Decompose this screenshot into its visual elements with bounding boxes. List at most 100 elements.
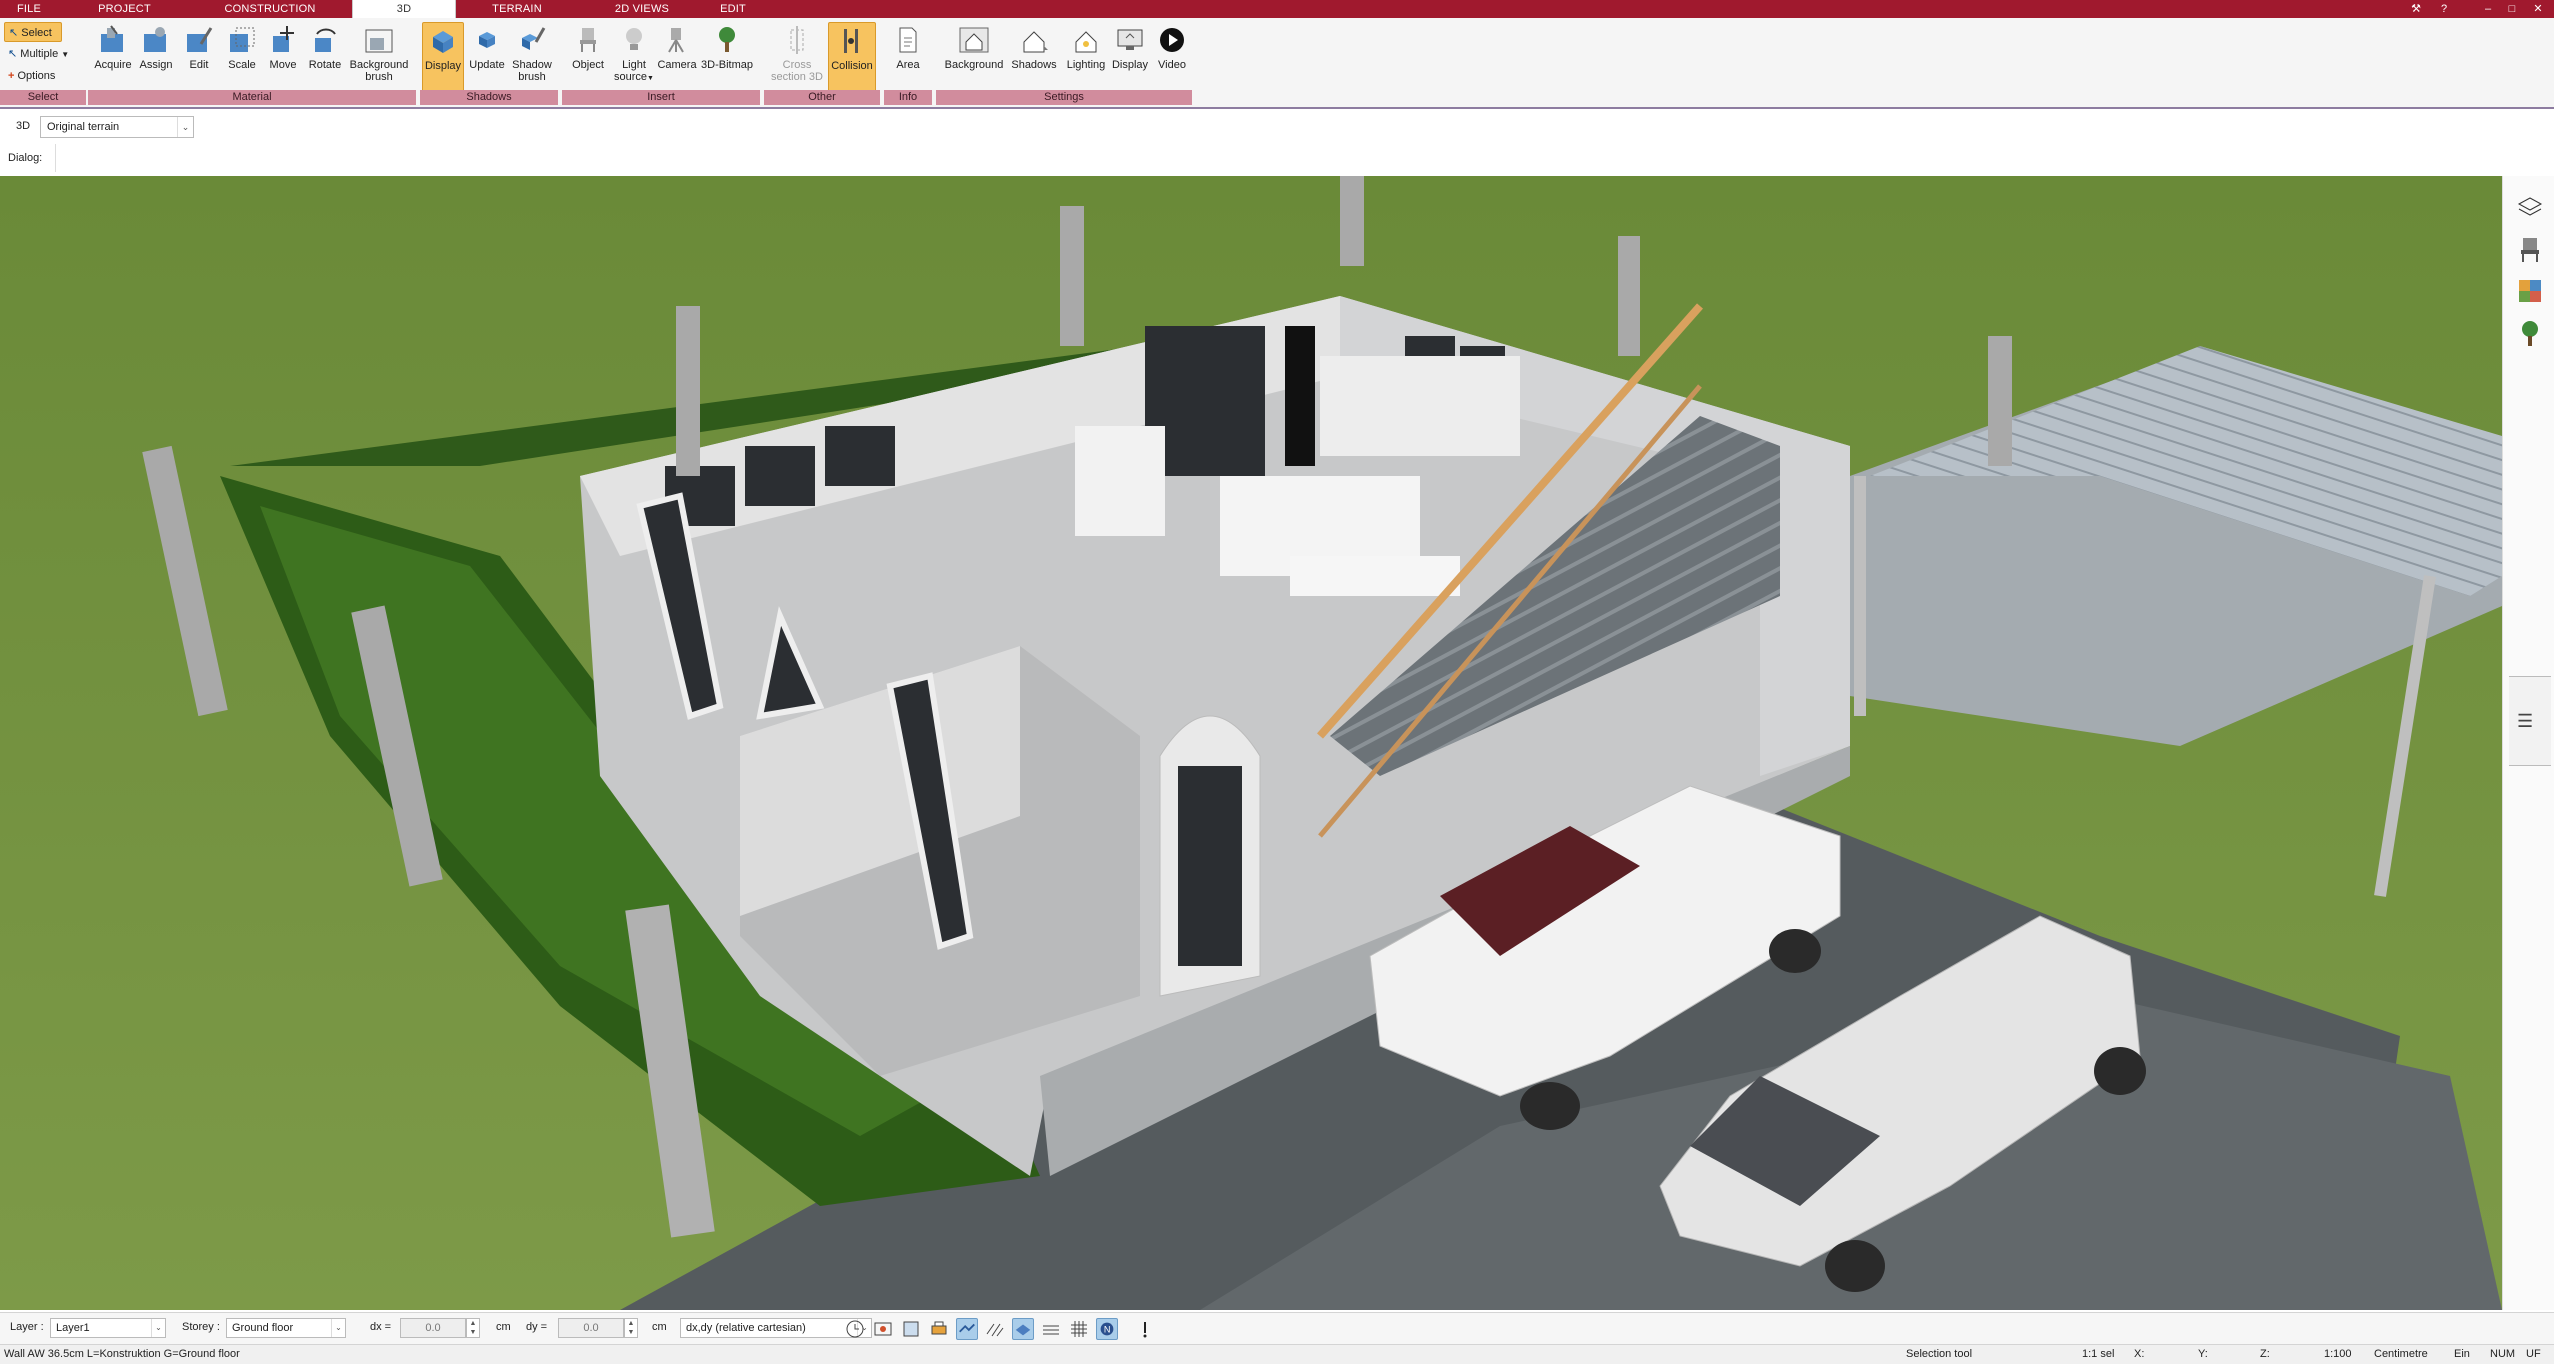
tab-project[interactable]: PROJECT: [62, 0, 187, 18]
insert-light-source-button[interactable]: Light source▼: [612, 22, 656, 92]
select-button[interactable]: ↖ Select: [4, 22, 62, 42]
multiple-icon: ↖: [8, 48, 18, 60]
kitchen-tall-unit: [1285, 326, 1315, 466]
group-info-label: Info: [884, 90, 932, 105]
status-z: Z:: [2260, 1348, 2270, 1360]
tree-icon[interactable]: [2515, 318, 2545, 348]
north-icon[interactable]: N: [1096, 1318, 1118, 1340]
options-plus-icon: +: [8, 70, 15, 82]
scale-button[interactable]: Scale: [222, 22, 262, 92]
shadows-house-icon: [1023, 31, 1048, 53]
assign-button[interactable]: Assign: [136, 22, 176, 92]
status-uf: UF: [2526, 1348, 2541, 1360]
screen-capture-icon[interactable]: [872, 1318, 894, 1340]
fence-post: [1618, 236, 1640, 356]
tab-terrain[interactable]: TERRAIN: [462, 0, 572, 18]
dy-stepper[interactable]: ▲ ▼: [624, 1318, 638, 1338]
layer-select[interactable]: Layer1 ⌄: [50, 1318, 166, 1338]
fence-post: [1340, 176, 1364, 266]
collision-icon: [844, 29, 858, 53]
grid-icon[interactable]: [1068, 1318, 1090, 1340]
status-tool: Selection tool: [1906, 1348, 1973, 1360]
cross-section-3d-button[interactable]: Cross section 3D: [770, 22, 824, 92]
menu-tab-bar: FILE PROJECT CONSTRUCTION 3D TERRAIN 2D …: [0, 0, 2554, 19]
layer-label: Layer :: [10, 1321, 44, 1333]
tab-3d[interactable]: 3D: [352, 0, 456, 19]
terrain-select[interactable]: Original terrain ⌄: [40, 116, 194, 138]
dx-stepper[interactable]: ▲ ▼: [466, 1318, 480, 1338]
video-button[interactable]: Video: [1152, 22, 1192, 92]
insert-3d-bitmap-button[interactable]: 3D-Bitmap: [698, 22, 756, 92]
tools-icon[interactable]: ⚒: [2404, 0, 2428, 18]
info-icon[interactable]: [1134, 1318, 1156, 1340]
shadow-brush-icon: [522, 27, 546, 50]
view-mode-label: 3D: [16, 120, 31, 132]
snap-settings-icon[interactable]: [900, 1318, 922, 1340]
palette-icon[interactable]: [2515, 276, 2545, 306]
assign-icon: [144, 27, 166, 52]
help-icon[interactable]: ?: [2432, 0, 2456, 18]
tab-construction[interactable]: CONSTRUCTION: [190, 0, 350, 18]
light-bulb-icon: [626, 28, 642, 50]
dy-label: dy =: [526, 1321, 548, 1333]
insert-camera-button[interactable]: Camera: [656, 22, 698, 92]
storey-select[interactable]: Ground floor ⌄: [226, 1318, 346, 1338]
restore-icon[interactable]: □: [2500, 0, 2524, 18]
rotate-button[interactable]: Rotate: [304, 22, 346, 92]
area-icon: [899, 27, 917, 53]
kitchen-island: [1290, 556, 1460, 596]
panel-collapse-handle[interactable]: ☰: [2509, 676, 2551, 766]
collision-button[interactable]: Collision: [828, 22, 876, 92]
clock-icon[interactable]: [844, 1318, 866, 1340]
select-arrow-icon: ↖: [9, 27, 19, 39]
tab-2d-views[interactable]: 2D VIEWS: [576, 0, 708, 18]
background-house-icon: [959, 27, 989, 53]
chair-icon[interactable]: [2515, 234, 2545, 264]
edit-material-button[interactable]: Edit: [180, 22, 218, 92]
acquire-button[interactable]: Acquire: [90, 22, 136, 92]
status-info: Wall AW 36.5cm L=Konstruktion G=Ground f…: [4, 1348, 240, 1360]
chevron-down-icon: ▼: [61, 50, 70, 59]
fence-post: [1060, 206, 1084, 346]
dialog-bar: Dialog:: [0, 144, 2554, 174]
tab-file[interactable]: FILE: [0, 0, 58, 18]
layers-small-icon[interactable]: [1040, 1318, 1062, 1340]
area-button[interactable]: Area: [890, 22, 926, 92]
3d-viewport[interactable]: [0, 176, 2502, 1310]
status-selection: 1:1 sel: [2082, 1348, 2115, 1360]
right-side-toolbar: ☰: [2502, 176, 2554, 1310]
car-wheel: [1769, 929, 1821, 973]
display-shadow-icon: [433, 31, 453, 53]
layers-icon[interactable]: [2515, 192, 2545, 222]
background-brush-icon: [365, 29, 393, 53]
minimize-icon[interactable]: –: [2476, 0, 2500, 18]
display-shadows-button[interactable]: Display: [422, 22, 464, 92]
shadow-brush-button[interactable]: Shadow brush: [510, 22, 554, 92]
lighting-settings-button[interactable]: Lighting: [1060, 22, 1112, 92]
dx-label: dx =: [370, 1321, 392, 1333]
insert-object-button[interactable]: Object: [566, 22, 610, 92]
close-icon[interactable]: ✕: [2526, 0, 2550, 18]
group-settings-label: Settings: [936, 90, 1192, 105]
dx-input[interactable]: 0.0: [400, 1318, 466, 1338]
shadows-settings-button[interactable]: Shadows: [1008, 22, 1060, 92]
background-brush-button[interactable]: Background brush: [346, 22, 412, 92]
background-settings-button[interactable]: Background: [940, 22, 1008, 92]
move-button[interactable]: Move: [264, 22, 302, 92]
tree-bitmap-icon: [719, 27, 735, 52]
print-icon[interactable]: [928, 1318, 950, 1340]
display-settings-button[interactable]: Display: [1106, 22, 1154, 92]
options-button[interactable]: + Options: [4, 66, 84, 86]
multiple-button[interactable]: ↖ Multiple ▼: [4, 44, 84, 64]
move-icon: [273, 26, 294, 52]
tab-edit[interactable]: EDIT: [712, 0, 754, 18]
plane-icon[interactable]: [1012, 1318, 1034, 1340]
update-shadows-button[interactable]: Update: [466, 22, 508, 92]
camera-icon: [668, 28, 684, 53]
dy-unit: cm: [652, 1321, 667, 1333]
hatch-icon[interactable]: [984, 1318, 1006, 1340]
dy-input[interactable]: 0.0: [558, 1318, 624, 1338]
surface-snap-icon[interactable]: [956, 1318, 978, 1340]
scale-icon: [230, 27, 255, 52]
chevron-down-icon: ⌄: [151, 1319, 165, 1337]
